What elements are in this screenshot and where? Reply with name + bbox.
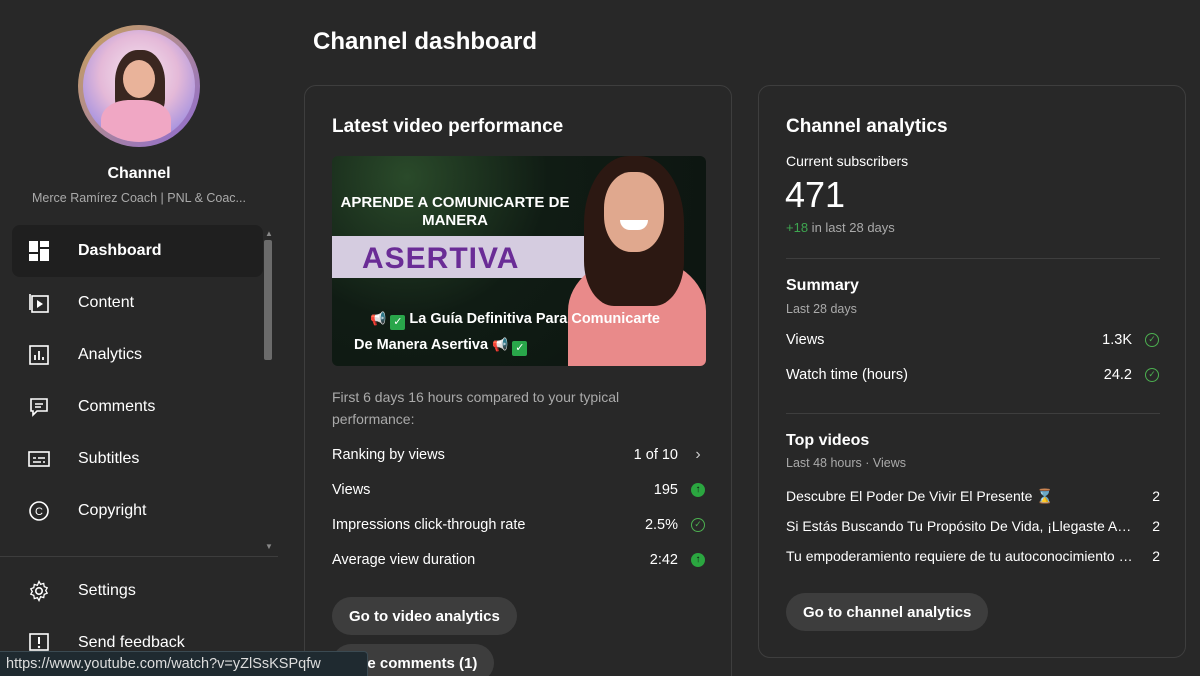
megaphone-icon: 📢 <box>370 311 387 326</box>
channel-analytics-title: Channel analytics <box>786 116 948 137</box>
metric-row-ranking[interactable]: Ranking by views 1 of 10 › <box>332 445 706 465</box>
channel-avatar[interactable] <box>78 25 200 147</box>
go-to-video-analytics-button[interactable]: Go to video analytics <box>332 597 517 635</box>
sidebar-item-label: Copyright <box>78 502 147 519</box>
copyright-icon: C <box>28 500 50 522</box>
scroll-up-arrow-icon[interactable]: ▲ <box>265 229 273 238</box>
go-to-channel-analytics-button[interactable]: Go to channel analytics <box>786 593 989 631</box>
sidebar-item-label: Subtitles <box>78 450 140 467</box>
sidebar-nav: Dashboard Content Analytics Comments Sub… <box>12 225 263 537</box>
top-video-row[interactable]: Tu empoderamiento requiere de tu autocon… <box>786 546 1160 566</box>
summary-row-watch-time: Watch time (hours) 24.2 ✓ <box>786 365 1160 385</box>
gear-icon <box>28 580 50 602</box>
video-thumbnail[interactable]: APRENDE A COMUNICARTE DE MANERA ASERTIVA… <box>332 156 706 366</box>
arrow-up-icon: ↑ <box>690 482 706 498</box>
content-icon <box>28 292 50 314</box>
sidebar-item-label: Comments <box>78 398 156 415</box>
sidebar-item-label: Dashboard <box>78 242 162 259</box>
sidebar: Channel Merce Ramírez Coach | PNL & Coac… <box>0 0 278 676</box>
summary-period: Last 28 days <box>786 302 857 316</box>
latest-video-title: Latest video performance <box>332 116 564 137</box>
top-videos-period: Last 48 hours · Views <box>786 456 906 470</box>
check-circle-icon: ✓ <box>1144 332 1160 348</box>
thumbnail-caption: 📢 ✓ La Guía Definitiva Para Comunicarte … <box>354 311 660 356</box>
chevron-right-icon: › <box>695 446 701 463</box>
channel-title: Channel <box>107 165 171 182</box>
sidebar-item-label: Analytics <box>78 346 143 363</box>
scroll-down-arrow-icon[interactable]: ▼ <box>265 542 273 551</box>
summary-title: Summary <box>786 277 859 294</box>
subscribers-delta: +18 in last 28 days <box>786 220 895 235</box>
metric-row-ctr: Impressions click-through rate 2.5% ✓ <box>332 515 706 535</box>
sidebar-item-analytics[interactable]: Analytics <box>12 329 263 381</box>
thumbnail-headline: APRENDE A COMUNICARTE DE MANERA <box>340 194 570 229</box>
sidebar-item-settings[interactable]: Settings <box>12 565 263 617</box>
sidebar-item-subtitles[interactable]: Subtitles <box>12 433 263 485</box>
status-bar-url: https://www.youtube.com/watch?v=yZlSsKSP… <box>0 651 368 676</box>
sidebar-item-comments[interactable]: Comments <box>12 381 263 433</box>
arrow-up-icon: ↑ <box>690 552 706 568</box>
subtitles-icon <box>28 448 50 470</box>
svg-text:C: C <box>35 506 43 518</box>
check-circle-icon: ✓ <box>1144 367 1160 383</box>
divider <box>786 413 1160 414</box>
latest-video-card: Latest video performance APRENDE A COMUN… <box>304 85 732 676</box>
top-videos-title: Top videos <box>786 432 870 449</box>
channel-name: Merce Ramírez Coach | PNL & Coac... <box>32 191 246 205</box>
check-mark-icon: ✓ <box>390 315 406 330</box>
dashboard-icon <box>28 240 50 262</box>
sidebar-scrollbar[interactable] <box>264 240 272 360</box>
megaphone-icon: 📢 <box>492 337 509 352</box>
page-title: Channel dashboard <box>313 28 538 55</box>
sidebar-item-copyright[interactable]: C Copyright <box>12 485 263 537</box>
subscribers-label: Current subscribers <box>786 153 909 169</box>
thumbnail-highlight: ASERTIVA <box>362 242 520 275</box>
sidebar-item-dashboard[interactable]: Dashboard <box>12 225 263 277</box>
sidebar-divider <box>0 556 278 557</box>
metric-row-avg-duration: Average view duration 2:42 ↑ <box>332 550 706 570</box>
check-mark-icon: ✓ <box>512 341 528 356</box>
performance-note: First 6 days 16 hours compared to your t… <box>332 389 620 427</box>
sidebar-item-label: Content <box>78 294 135 311</box>
comments-icon <box>28 396 50 418</box>
subscribers-count: 471 <box>785 174 846 215</box>
analytics-icon <box>28 344 50 366</box>
sidebar-item-label: Settings <box>78 582 136 599</box>
check-circle-icon: ✓ <box>690 517 706 533</box>
sidebar-item-content[interactable]: Content <box>12 277 263 329</box>
divider <box>786 258 1160 259</box>
metric-row-views: Views 195 ↑ <box>332 480 706 500</box>
channel-analytics-card: Channel analytics Current subscribers 47… <box>758 85 1186 658</box>
top-video-row[interactable]: Descubre El Poder De Vivir El Presente ⌛… <box>786 486 1160 506</box>
summary-row-views: Views 1.3K ✓ <box>786 330 1160 350</box>
top-video-row[interactable]: Si Estás Buscando Tu Propósito De Vida, … <box>786 516 1160 536</box>
sidebar-item-label: Send feedback <box>78 634 185 651</box>
